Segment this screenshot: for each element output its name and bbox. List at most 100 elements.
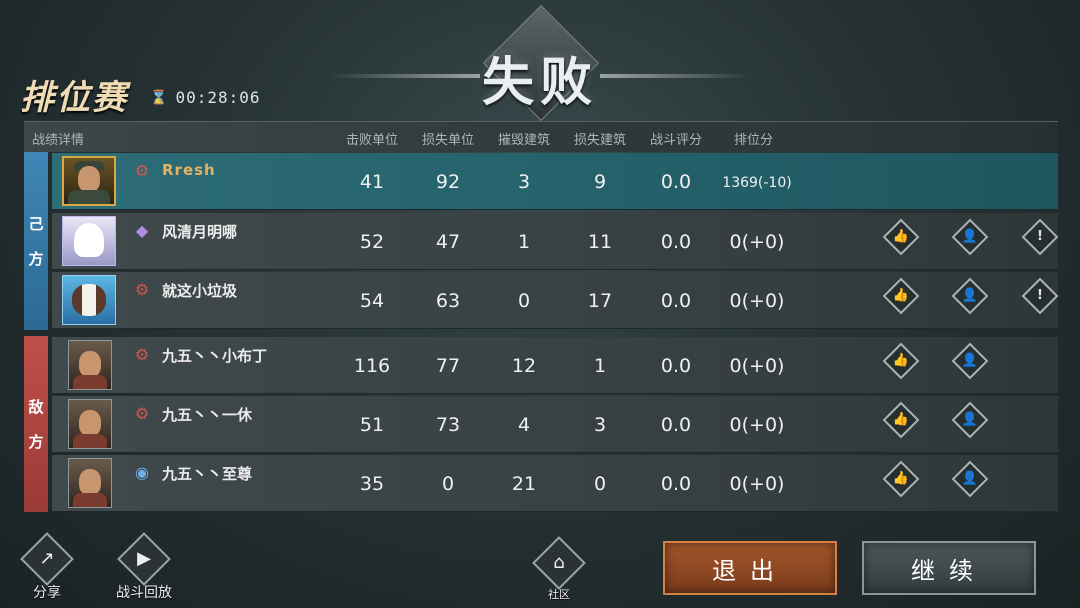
table-header: 战绩详情 击败单位 损失单位 摧毁建筑 损失建筑 战斗评分 排位分 bbox=[24, 121, 1058, 152]
col-details: 战绩详情 bbox=[32, 133, 85, 148]
player-name: 风清月明哪 bbox=[162, 223, 238, 241]
player-row: ⚙ 九五丶丶一休 51 73 4 3 0.0 0(+0) 👍 👤 bbox=[52, 396, 1058, 453]
buildings-lost-value: 17 bbox=[587, 290, 613, 312]
enemy-label-1: 敌 bbox=[28, 398, 44, 416]
avatar[interactable] bbox=[62, 216, 116, 266]
kills-value: 116 bbox=[353, 355, 391, 377]
score-value: 0.0 bbox=[660, 171, 692, 193]
kills-value: 54 bbox=[359, 290, 385, 312]
score-value: 0.0 bbox=[660, 414, 692, 436]
replay-button[interactable]: ▶ 战斗回放 bbox=[116, 532, 172, 602]
replay-icon-frame: ▶ bbox=[117, 532, 171, 586]
result-title: 失败 bbox=[481, 53, 598, 113]
destroyed-value: 4 bbox=[517, 414, 531, 436]
avatar[interactable] bbox=[62, 156, 116, 206]
rank-points-value: 0(+0) bbox=[729, 414, 785, 436]
kills-value: 52 bbox=[359, 231, 385, 253]
enemy-side-label: 敌 方 bbox=[24, 336, 48, 512]
ally-label-1: 己 bbox=[28, 215, 44, 233]
share-icon: ↗ bbox=[39, 548, 55, 569]
avatar[interactable] bbox=[68, 458, 112, 508]
rank-points-value: 1369(-10) bbox=[722, 175, 792, 191]
buildings-lost-value: 9 bbox=[593, 171, 607, 193]
units-lost-value: 0 bbox=[441, 473, 455, 495]
timer-text: 00:28:06 bbox=[175, 88, 261, 107]
player-row-self: ⚙ Rresh 41 92 3 9 0.0 1369(-10) bbox=[52, 153, 1058, 210]
thumbs-up-icon: 👍 bbox=[892, 471, 910, 486]
ally-label-2: 方 bbox=[28, 250, 44, 268]
rank-points-value: 0(+0) bbox=[729, 473, 785, 495]
kills-value: 35 bbox=[359, 473, 385, 495]
rank-red-icon: ⚙ bbox=[134, 404, 150, 423]
col-buildings-lost: 损失建筑 bbox=[574, 133, 627, 148]
destroyed-value: 0 bbox=[517, 290, 531, 312]
add-friend-button[interactable]: 👤 bbox=[951, 218, 989, 256]
score-value: 0.0 bbox=[660, 290, 692, 312]
score-value: 0.0 bbox=[660, 231, 692, 253]
like-button[interactable]: 👍 bbox=[882, 401, 920, 439]
units-lost-value: 92 bbox=[435, 171, 461, 193]
player-name: 就这小垃圾 bbox=[162, 282, 238, 300]
destroyed-value: 1 bbox=[517, 231, 531, 253]
col-kills: 击败单位 bbox=[346, 133, 399, 148]
player-name: 九五丶丶一休 bbox=[162, 406, 253, 424]
col-score: 战斗评分 bbox=[650, 133, 703, 148]
destroyed-value: 3 bbox=[517, 171, 531, 193]
match-timer: ⌛ 00:28:06 bbox=[150, 88, 261, 107]
report-button[interactable]: ! bbox=[1021, 218, 1059, 256]
alert-icon: ! bbox=[1037, 288, 1043, 303]
player-name: Rresh bbox=[162, 161, 216, 179]
rank-points-value: 0(+0) bbox=[729, 355, 785, 377]
rank-red-icon: ⚙ bbox=[134, 345, 150, 364]
report-button[interactable]: ! bbox=[1021, 277, 1059, 315]
player-row: ◆ 风清月明哪 52 47 1 11 0.0 0(+0) 👍 👤 ! bbox=[52, 213, 1059, 270]
avatar[interactable] bbox=[68, 340, 112, 390]
add-friend-icon: 👤 bbox=[961, 412, 979, 427]
player-name: 九五丶丶至尊 bbox=[162, 465, 253, 483]
add-friend-button[interactable]: 👤 bbox=[951, 460, 989, 498]
like-button[interactable]: 👍 bbox=[882, 460, 920, 498]
exit-button[interactable]: 退出 bbox=[663, 541, 837, 595]
buildings-lost-value: 1 bbox=[593, 355, 607, 377]
units-lost-value: 47 bbox=[435, 231, 461, 253]
enemy-label-2: 方 bbox=[28, 433, 44, 451]
add-friend-icon: 👤 bbox=[961, 471, 979, 486]
col-units-lost: 损失单位 bbox=[422, 133, 475, 148]
score-value: 0.0 bbox=[660, 355, 692, 377]
share-icon-frame: ↗ bbox=[20, 532, 74, 586]
kills-value: 51 bbox=[359, 414, 385, 436]
units-lost-value: 63 bbox=[435, 290, 461, 312]
rank-red-icon: ⚙ bbox=[134, 280, 150, 299]
add-friend-icon: 👤 bbox=[961, 288, 979, 303]
rank-blue-icon: ◉ bbox=[135, 463, 149, 482]
add-friend-button[interactable]: 👤 bbox=[951, 277, 989, 315]
rank-purple-icon: ◆ bbox=[135, 221, 149, 240]
add-friend-icon: 👤 bbox=[961, 229, 979, 244]
mode-title: 排位赛 bbox=[20, 78, 128, 118]
player-row: ◉ 九五丶丶至尊 35 0 21 0 0.0 0(+0) 👍 👤 bbox=[52, 455, 1058, 512]
avatar[interactable] bbox=[62, 275, 116, 325]
community-icon-frame: ⌂ bbox=[532, 536, 586, 590]
community-button[interactable]: ⌂ 社区 bbox=[532, 536, 586, 602]
rank-points-value: 0(+0) bbox=[729, 231, 785, 253]
like-button[interactable]: 👍 bbox=[882, 277, 920, 315]
like-button[interactable]: 👍 bbox=[882, 342, 920, 380]
add-friend-icon: 👤 bbox=[961, 353, 979, 368]
video-camera-icon: ▶ bbox=[137, 548, 151, 569]
rank-red-icon: ⚙ bbox=[134, 161, 150, 180]
units-lost-value: 77 bbox=[435, 355, 461, 377]
player-row: ⚙ 就这小垃圾 54 63 0 17 0.0 0(+0) 👍 👤 ! bbox=[52, 272, 1059, 329]
thumbs-up-icon: 👍 bbox=[892, 412, 910, 427]
col-destroyed: 摧毁建筑 bbox=[498, 133, 551, 148]
add-friend-button[interactable]: 👤 bbox=[951, 401, 989, 439]
share-button[interactable]: ↗ 分享 bbox=[20, 532, 74, 602]
add-friend-button[interactable]: 👤 bbox=[951, 342, 989, 380]
buildings-lost-value: 11 bbox=[587, 231, 613, 253]
player-row: ⚙ 九五丶丶小布丁 116 77 12 1 0.0 0(+0) 👍 👤 bbox=[52, 337, 1058, 394]
like-button[interactable]: 👍 bbox=[882, 218, 920, 256]
thumbs-up-icon: 👍 bbox=[892, 229, 910, 244]
kills-value: 41 bbox=[359, 171, 385, 193]
continue-button[interactable]: 继续 bbox=[862, 541, 1036, 595]
result-banner: 失败 bbox=[330, 5, 750, 121]
avatar[interactable] bbox=[68, 399, 112, 449]
